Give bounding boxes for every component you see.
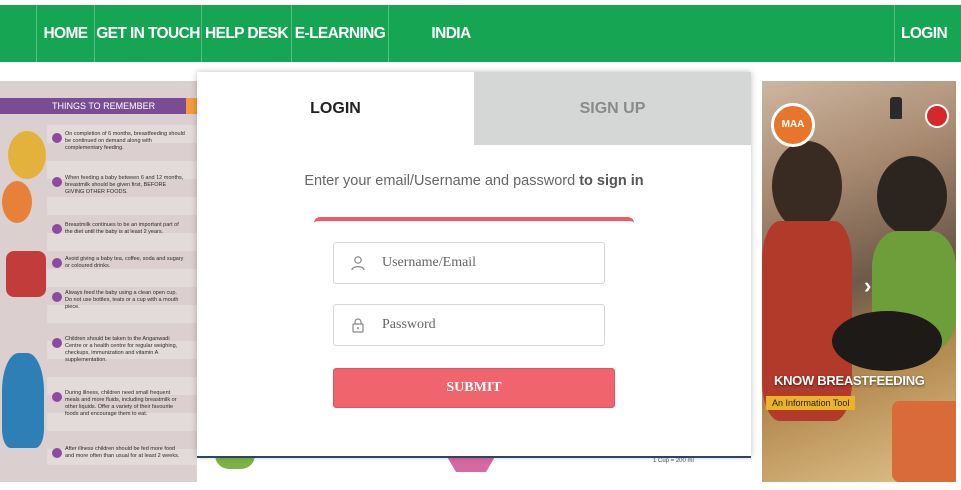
nav-home[interactable]: HOME <box>37 5 94 62</box>
instruction-text: Enter your email/Username and password <box>304 173 576 189</box>
login-card: LOGIN SIGN UP Enter your email/Username … <box>197 72 751 457</box>
maa-logo: MAA <box>771 103 815 147</box>
lock-icon <box>334 317 382 333</box>
nav-get-in-touch[interactable]: GET IN TOUCH <box>95 5 201 62</box>
username-input[interactable] <box>382 255 592 271</box>
nhm-logo-icon <box>925 104 949 128</box>
promo-title: KNOW BREASTFEEDING <box>774 373 925 388</box>
poster-bullet-icon <box>52 338 62 348</box>
nav-login[interactable]: LOGIN <box>895 5 953 62</box>
breastfeeding-mother-illustration <box>2 353 44 448</box>
photo-person-shape <box>877 156 947 236</box>
poster-bullet-icon <box>52 392 62 402</box>
submit-button[interactable]: SUBMIT <box>333 368 615 408</box>
tab-login[interactable]: LOGIN <box>197 72 474 145</box>
poster-point: Children should be taken to the Anganwad… <box>65 336 178 363</box>
nav-help-desk[interactable]: HELP DESK <box>202 5 291 62</box>
promo-subtitle: An Information Tool <box>766 396 856 410</box>
password-field[interactable] <box>333 304 605 346</box>
poster-point: On completion of 6 months, breastfeeding… <box>65 131 185 151</box>
username-field[interactable] <box>333 242 605 284</box>
poster-point: Breastmilk continues to be an important … <box>65 222 179 235</box>
child-illustration <box>2 181 32 223</box>
poster-point: During illness, children need small freq… <box>65 390 177 417</box>
password-input[interactable] <box>382 317 592 333</box>
poster-heading: THINGS TO REMEMBER <box>0 98 186 114</box>
poster-accent <box>186 98 197 114</box>
carousel-right-slide[interactable]: MAA › KNOW BREASTFEEDING An Information … <box>762 81 956 482</box>
tab-signup[interactable]: SIGN UP <box>474 72 751 145</box>
poster-point: Always feed the baby using a clean open … <box>65 290 179 310</box>
instruction-emphasis: to sign in <box>579 173 644 189</box>
poster-point: Avoid giving a baby tea, coffee, soda an… <box>65 256 184 269</box>
carousel-next-arrow-icon[interactable]: › <box>864 273 871 299</box>
poster-bullet-icon <box>52 224 62 234</box>
top-navbar: HOME GET IN TOUCH HELP DESK E-LEARNING I… <box>0 5 961 99</box>
photo-person-shape <box>772 141 842 231</box>
login-instruction: Enter your email/Username and password t… <box>197 173 751 189</box>
photo-cloth-shape <box>892 401 956 482</box>
poster-bullet-icon <box>52 292 62 302</box>
slide-footnote: 1 Cup = 200 ml <box>653 458 694 464</box>
nav-e-learning[interactable]: E-LEARNING <box>292 5 388 62</box>
poster-bullet-icon <box>52 133 62 143</box>
card-bottom-border <box>197 456 751 458</box>
nav-india-connects[interactable]: INDIA CONNECTS <box>389 5 513 99</box>
poster-point: After illness children should be fed mor… <box>65 446 180 459</box>
drinks-illustration <box>6 251 46 297</box>
government-emblem-icon <box>890 97 902 119</box>
form-accent-line <box>314 217 634 223</box>
poster-bullet-icon <box>52 448 62 458</box>
user-icon <box>334 255 382 271</box>
mother-child-illustration <box>8 131 46 179</box>
photo-saree-shape <box>762 221 852 421</box>
poster-bullet-icon <box>52 258 62 268</box>
photo-baby-shape <box>832 311 942 371</box>
poster-point: When feeding a baby between 6 and 12 mon… <box>65 175 184 195</box>
carousel-left-slide[interactable]: THINGS TO REMEMBER On completion of 6 mo… <box>0 81 197 482</box>
page: HOME GET IN TOUCH HELP DESK E-LEARNING I… <box>0 0 961 490</box>
poster-bullet-icon <box>52 177 62 187</box>
